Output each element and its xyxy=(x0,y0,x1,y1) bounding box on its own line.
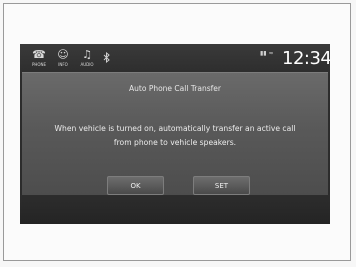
audio-caption: AUDIO xyxy=(80,62,94,67)
signal-indicator: ▮▮ ≈ xyxy=(260,50,274,57)
status-bar: ☎ PHONE ☺ INFO ♫ AUDIO ▮▮ ≈ 12:34 xyxy=(20,44,330,74)
bottom-band xyxy=(20,195,330,224)
phone-caption: PHONE xyxy=(31,62,47,67)
audio-menu-button[interactable]: ♫ AUDIO xyxy=(78,48,96,70)
ok-button[interactable]: OK xyxy=(107,176,164,195)
info-menu-button[interactable]: ☺ INFO xyxy=(54,48,72,70)
audio-icon: ♫ xyxy=(82,48,92,61)
dialog-title: Auto Phone Call Transfer xyxy=(129,84,221,93)
phone-menu-button[interactable]: ☎ PHONE xyxy=(30,48,48,70)
bluetooth-icon xyxy=(103,51,110,66)
info-caption: INFO xyxy=(58,62,68,67)
display-screen: ☎ PHONE ☺ INFO ♫ AUDIO ▮▮ ≈ 12:34 Auto P… xyxy=(20,44,330,224)
phone-icon: ☎ xyxy=(32,48,46,61)
set-button[interactable]: SET xyxy=(193,176,250,195)
info-icon: ☺ xyxy=(57,48,69,61)
auto-transfer-dialog: Auto Phone Call Transfer When vehicle is… xyxy=(22,72,328,196)
dialog-message: When vehicle is turned on, automatically… xyxy=(54,124,296,147)
clock: 12:34 xyxy=(282,48,330,69)
